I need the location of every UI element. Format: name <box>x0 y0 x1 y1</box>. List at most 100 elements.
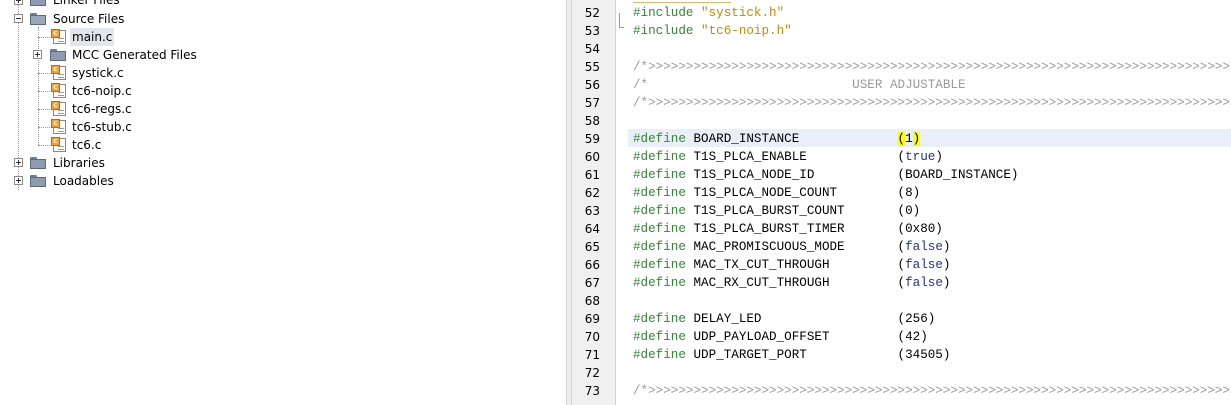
line-number: 59 <box>584 132 600 146</box>
line-number: 56 <box>584 78 600 92</box>
tree-label: tc6-regs.c <box>72 102 132 116</box>
code-token: #define <box>633 132 694 146</box>
code-token: ) <box>942 258 951 272</box>
code-line[interactable]: #define T1S_PLCA_BURST_TIMER (0x80) <box>633 220 943 238</box>
code-token: T1S_PLCA_NODE_ID (BOARD_INSTANCE) <box>693 168 1019 182</box>
code-token: /*>>>>>>>>>>>>>>>>>>>>>>>>>>>>>>>>>>>>>>… <box>633 60 1231 74</box>
expand-icon[interactable] <box>14 0 23 5</box>
line-number: 53 <box>584 24 600 38</box>
code-line[interactable]: #define T1S_PLCA_ENABLE (true) <box>633 148 943 166</box>
code-token: ) <box>942 240 951 254</box>
line-number: 66 <box>584 258 600 272</box>
line-number: 57 <box>584 96 600 110</box>
folder-open-icon <box>30 13 46 25</box>
code-line[interactable]: /*>>>>>>>>>>>>>>>>>>>>>>>>>>>>>>>>>>>>>>… <box>633 58 1231 76</box>
code-token: T1S_PLCA_ENABLE ( <box>693 150 906 164</box>
tree-label: main.c <box>70 28 115 46</box>
code-line[interactable]: #define UDP_TARGET_PORT (34505) <box>633 346 950 364</box>
c-file-icon: c <box>51 83 66 98</box>
code-token: MAC_TX_CUT_THROUGH ( <box>693 258 906 272</box>
code-token: T1S_PLCA_BURST_COUNT (0) <box>693 204 921 218</box>
code-token: 1 <box>905 132 913 146</box>
code-line[interactable]: #include "systick.h" <box>633 4 784 22</box>
code-token: #define <box>633 186 694 200</box>
tree-label: MCC Generated Files <box>72 48 197 62</box>
tree-node-mcc-generated-files[interactable]: MCC Generated Files <box>0 46 300 64</box>
code-token: /* USER ADJUSTABLE */ <box>633 78 1231 92</box>
tree-label: Loadables <box>53 174 114 188</box>
code-line[interactable]: #define T1S_PLCA_NODE_ID (BOARD_INSTANCE… <box>633 166 1018 184</box>
code-token: ) <box>942 276 951 290</box>
code-line[interactable]: #define MAC_TX_CUT_THROUGH (false) <box>633 256 950 274</box>
code-line[interactable]: /* USER ADJUSTABLE */ <box>633 76 1231 94</box>
code-token: #define <box>633 168 694 182</box>
tree-node-libraries[interactable]: Libraries <box>0 154 300 172</box>
project-tree: Linker Files Source Files c main.c MCC G… <box>0 0 566 405</box>
expand-icon[interactable] <box>33 50 42 59</box>
code-line[interactable]: /*>>>>>>>>>>>>>>>>>>>>>>>>>>>>>>>>>>>>>>… <box>633 94 1231 112</box>
code-token: ( <box>897 132 906 146</box>
code-token: /*>>>>>>>>>>>>>>>>>>>>>>>>>>>>>>>>>>>>>>… <box>633 384 1231 398</box>
code-token: true <box>905 150 936 164</box>
tree-label: systick.c <box>72 66 124 80</box>
code-line[interactable]: #include "tc6-noip.h" <box>633 22 792 40</box>
folder-icon <box>50 49 66 61</box>
code-token: #define <box>633 204 694 218</box>
code-line[interactable]: #define T1S_PLCA_BURST_COUNT (0) <box>633 202 920 220</box>
code-line[interactable]: #define MAC_PROMISCUOUS_MODE (false) <box>633 238 950 256</box>
c-file-icon: c <box>51 119 66 134</box>
tree-item-tc6-c[interactable]: c tc6.c <box>0 136 300 154</box>
line-number: 72 <box>584 366 600 380</box>
c-file-icon: c <box>51 137 66 152</box>
line-number: 69 <box>584 312 600 326</box>
code-line[interactable]: #define UDP_PAYLOAD_OFFSET (42) <box>633 328 928 346</box>
collapse-icon[interactable] <box>14 14 23 23</box>
code-token: UDP_PAYLOAD_OFFSET (42) <box>693 330 928 344</box>
c-file-icon: c <box>51 65 66 80</box>
code-token: #define <box>633 348 694 362</box>
tree-node-loadables[interactable]: Loadables <box>0 172 300 190</box>
tree-node-source-files[interactable]: Source Files <box>0 10 300 28</box>
code-token: ) <box>935 150 943 164</box>
code-token: DELAY_LED (256) <box>693 312 936 326</box>
code-token: BOARD_INSTANCE <box>693 132 898 146</box>
code-token: #define <box>633 150 694 164</box>
code-line[interactable]: #define DELAY_LED (256) <box>633 310 935 328</box>
code-token: UDP_TARGET_PORT (34505) <box>693 348 951 362</box>
code-token: /*>>>>>>>>>>>>>>>>>>>>>>>>>>>>>>>>>>>>>>… <box>633 96 1231 110</box>
line-number: 52 <box>584 6 600 20</box>
code-line[interactable]: #define T1S_PLCA_NODE_COUNT (8) <box>633 184 920 202</box>
tree-item-tc6-noip-c[interactable]: c tc6-noip.c <box>0 82 300 100</box>
expand-icon[interactable] <box>14 176 23 185</box>
tree-label: tc6-noip.c <box>72 84 132 98</box>
line-number: 63 <box>584 204 600 218</box>
code-line[interactable]: /*>>>>>>>>>>>>>>>>>>>>>>>>>>>>>>>>>>>>>>… <box>633 382 1231 400</box>
code-line[interactable]: #define MAC_RX_CUT_THROUGH (false) <box>633 274 950 292</box>
code-token: #define <box>633 240 694 254</box>
tree-node-linker-files[interactable]: Linker Files <box>0 0 300 9</box>
code-token: #define <box>633 312 694 326</box>
fold-end-marker[interactable] <box>619 13 624 28</box>
code-token: #define <box>633 276 694 290</box>
c-file-icon: c <box>51 29 66 44</box>
code-token: #define <box>633 330 694 344</box>
tree-label: tc6.c <box>72 138 102 152</box>
tree-item-tc6-regs-c[interactable]: c tc6-regs.c <box>0 100 300 118</box>
folder-icon <box>30 157 46 169</box>
line-number: 55 <box>584 60 600 74</box>
line-number: 67 <box>584 276 600 290</box>
tree-item-systick-c[interactable]: c systick.c <box>0 64 300 82</box>
expand-icon[interactable] <box>14 158 23 167</box>
line-number: 64 <box>584 222 600 236</box>
code-token: MAC_PROMISCUOUS_MODE ( <box>693 240 906 254</box>
code-token: #include <box>633 6 702 20</box>
line-number: 68 <box>584 294 600 308</box>
line-number: 60 <box>584 150 600 164</box>
folder-icon <box>30 0 46 6</box>
tree-item-tc6-stub-c[interactable]: c tc6-stub.c <box>0 118 300 136</box>
code-token: T1S_PLCA_BURST_TIMER (0x80) <box>693 222 943 236</box>
code-line[interactable]: #define BOARD_INSTANCE (1) <box>633 130 921 148</box>
code-token: false <box>905 276 943 290</box>
code-token: false <box>905 240 943 254</box>
tree-item-main-c[interactable]: c main.c <box>0 28 300 46</box>
